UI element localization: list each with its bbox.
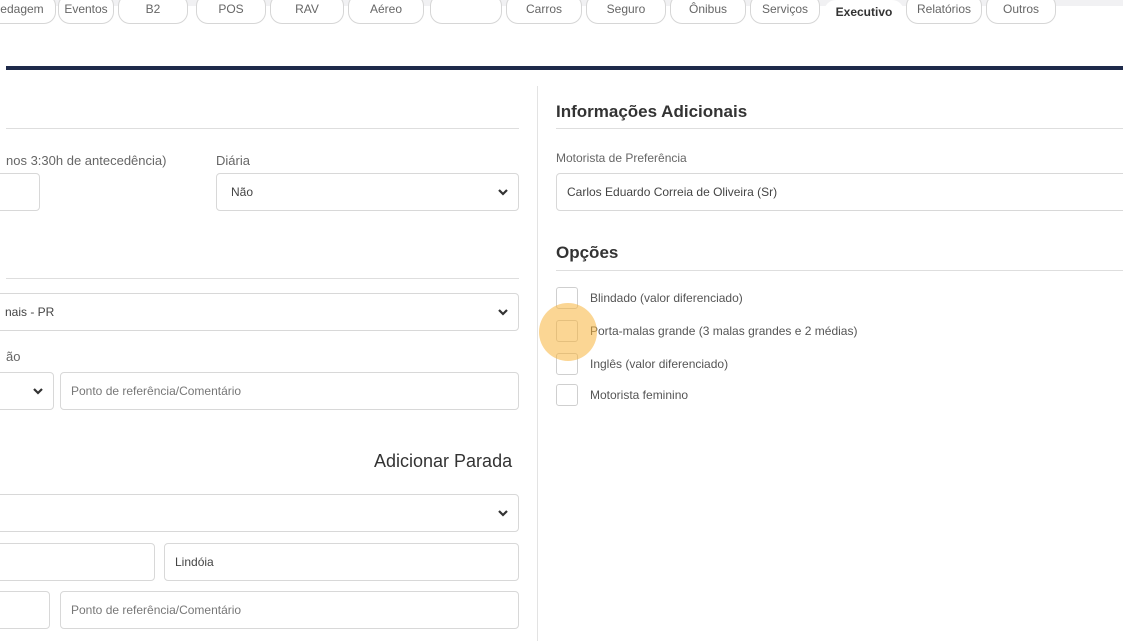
header-divider (6, 66, 1123, 70)
nav-tab-label: Aéreo (369, 2, 403, 16)
stop-city-input[interactable]: Lindóia (164, 543, 519, 581)
address-label: ão (6, 349, 21, 364)
stop-reference-input[interactable]: Ponto de referência/Comentário (60, 591, 519, 629)
nav-tab-servicos[interactable]: Serviços (750, 0, 820, 24)
nav-tab-label: RAV (295, 2, 319, 16)
stop-address-input[interactable] (0, 543, 155, 581)
driver-label: Motorista de Preferência (556, 151, 687, 165)
nav-tab-carros[interactable]: Carros (506, 0, 582, 24)
stop-number-input[interactable] (0, 591, 50, 629)
section-divider (556, 128, 1123, 129)
nav-tab-pos[interactable]: POS (196, 0, 266, 24)
top-navigation: Hospedagem Eventos B2 POS RAV Aéreo Carr… (0, 0, 1123, 70)
reference-placeholder: Ponto de referência/Comentário (71, 384, 242, 398)
nav-tab-relatorios[interactable]: Relatórios (906, 0, 982, 24)
nav-tab-seguro[interactable]: Seguro (586, 0, 666, 24)
diaria-select-value: Não (231, 185, 254, 199)
number-select[interactable] (0, 372, 54, 410)
stop-select[interactable] (0, 494, 519, 532)
diaria-label: Diária (216, 153, 250, 168)
stop-city-value: Lindóia (175, 555, 214, 569)
city-select[interactable]: nais - PR (0, 293, 519, 331)
nav-tab-aereo[interactable]: Aéreo (348, 0, 424, 24)
nav-tab-rav[interactable]: RAV (270, 0, 344, 24)
nav-tab-outros[interactable]: Outros (986, 0, 1056, 24)
nav-tab-label: Outros (1002, 2, 1039, 16)
cursor-highlight (539, 303, 597, 361)
option-row-large-trunk[interactable]: Porta-malas grande (3 malas grandes e 2 … (556, 320, 857, 342)
info-heading: Informações Adicionais (556, 102, 748, 121)
city-select-value: nais - PR (5, 305, 55, 319)
options-heading: Opções (556, 243, 619, 262)
nav-tab-label: Relatórios (916, 2, 972, 16)
nav-tab-label: Carros (525, 2, 562, 16)
option-row-armored[interactable]: Blindado (valor diferenciado) (556, 287, 743, 309)
chevron-down-icon (496, 506, 510, 520)
nav-tab-label: Ônibus (688, 2, 728, 16)
chevron-down-icon (31, 384, 45, 398)
time-input[interactable] (0, 173, 40, 211)
add-stop-link[interactable]: Adicionar Parada (374, 451, 512, 472)
antecedencia-label: nos 3:30h de antecedência) (6, 153, 167, 168)
driver-select-value: Carlos Eduardo Correia de Oliveira (Sr) (567, 185, 778, 199)
option-label: Motorista feminino (590, 388, 689, 402)
nav-tab-blank[interactable] (430, 0, 502, 24)
nav-tab-label: Hospedagem (0, 2, 44, 16)
nav-tab-onibus[interactable]: Ônibus (670, 0, 746, 24)
nav-tab-label: B2 (145, 2, 161, 16)
section-divider (556, 270, 1123, 271)
section-divider (6, 128, 519, 129)
nav-tab-label: Executivo (835, 5, 893, 19)
option-label: Blindado (valor diferenciado) (590, 291, 743, 305)
nav-tab-label: Serviços (761, 2, 808, 16)
stop-reference-placeholder: Ponto de referência/Comentário (71, 603, 242, 617)
option-row-female-driver[interactable]: Motorista feminino (556, 384, 688, 406)
nav-tab-eventos[interactable]: Eventos (58, 0, 114, 24)
column-divider (537, 86, 538, 641)
option-label: Porta-malas grande (3 malas grandes e 2 … (590, 324, 858, 338)
nav-tab-hospedagem[interactable]: Hospedagem (0, 0, 56, 24)
nav-tab-b2[interactable]: B2 (118, 0, 188, 24)
chevron-down-icon (496, 305, 510, 319)
option-checkbox[interactable] (556, 384, 578, 406)
nav-tab-label: Seguro (606, 2, 646, 16)
chevron-down-icon (496, 185, 510, 199)
nav-tab-executivo[interactable]: Executivo (824, 0, 904, 24)
option-label: Inglês (valor diferenciado) (590, 357, 729, 371)
section-divider (6, 278, 519, 279)
nav-tab-label: POS (218, 2, 244, 16)
nav-tab-label: Eventos (64, 2, 108, 16)
reference-input[interactable]: Ponto de referência/Comentário (60, 372, 519, 410)
diaria-select[interactable]: Não (216, 173, 519, 211)
driver-select[interactable]: Carlos Eduardo Correia de Oliveira (Sr) (556, 173, 1123, 211)
